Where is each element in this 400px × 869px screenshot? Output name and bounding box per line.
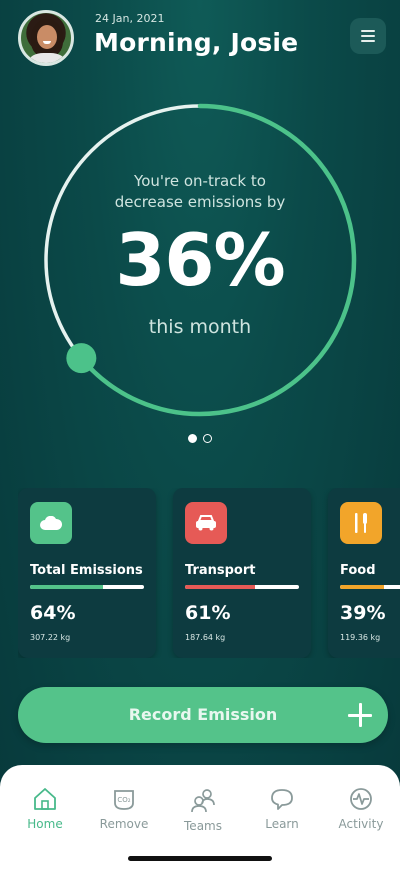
- card-progress-bar: [185, 585, 299, 589]
- card-title: Total Emissions: [30, 563, 143, 578]
- card-amount: 307.22 kg: [30, 633, 71, 642]
- progress-percent: 36%: [115, 218, 285, 302]
- tab-label: Learn: [265, 817, 299, 831]
- card-progress-bar: [340, 585, 400, 589]
- card-percent: 39%: [340, 602, 386, 624]
- date-label: 24 Jan, 2021: [95, 12, 165, 25]
- tab-home[interactable]: Home: [5, 787, 85, 847]
- card-progress-fill: [340, 585, 385, 589]
- bottom-tab-bar: Home CO₂ Remove Teams Learn Activity: [0, 765, 400, 869]
- card-amount: 187.64 kg: [185, 633, 226, 642]
- category-cards: Total Emissions 64% 307.22 kg Transport …: [18, 488, 400, 658]
- card-progress-bar: [30, 585, 144, 589]
- tab-label: Remove: [99, 817, 149, 831]
- progress-line-2: decrease emissions by: [114, 193, 286, 211]
- card-food[interactable]: Food 39% 119.36 kg: [328, 488, 400, 658]
- tab-label: Home: [27, 817, 63, 831]
- card-transport[interactable]: Transport 61% 187.64 kg: [173, 488, 311, 658]
- card-title: Food: [340, 563, 376, 578]
- tab-teams[interactable]: Teams: [163, 787, 243, 847]
- avatar-face: [37, 25, 57, 49]
- header: 24 Jan, 2021 Morning, Josie: [0, 0, 400, 80]
- pager-dot-1[interactable]: [188, 434, 197, 443]
- chat-bubble-icon: [271, 789, 293, 810]
- card-percent: 64%: [30, 602, 76, 624]
- card-total-emissions[interactable]: Total Emissions 64% 307.22 kg: [18, 488, 156, 658]
- pager-dot-2[interactable]: [203, 434, 212, 443]
- tab-label: Activity: [338, 817, 384, 831]
- card-title: Transport: [185, 563, 256, 578]
- activity-pulse-icon: [350, 788, 372, 810]
- tab-activity[interactable]: Activity: [321, 787, 400, 847]
- home-icon: [34, 788, 56, 810]
- card-amount: 119.36 kg: [340, 633, 381, 642]
- progress-line-1: You're on-track to: [134, 172, 266, 190]
- hamburger-menu-icon: [361, 30, 375, 42]
- record-emission-button[interactable]: Record Emission: [18, 687, 388, 743]
- pager-dots: [188, 434, 212, 443]
- teams-icon: [191, 789, 215, 813]
- tab-label: Teams: [184, 819, 222, 833]
- cloud-icon: [30, 502, 72, 544]
- card-progress-fill: [185, 585, 255, 589]
- avatar-shirt: [29, 53, 65, 63]
- svg-text:CO₂: CO₂: [117, 796, 130, 804]
- progress-period: this month: [148, 316, 252, 338]
- cutlery-icon: [340, 502, 382, 544]
- card-percent: 61%: [185, 602, 231, 624]
- plus-icon: [348, 703, 372, 727]
- emission-progress-ring: You're on-track to decrease emissions by…: [40, 100, 360, 420]
- record-emission-label: Record Emission: [128, 705, 278, 724]
- tab-learn[interactable]: Learn: [242, 787, 322, 847]
- home-indicator: [128, 856, 272, 861]
- car-icon: [185, 502, 227, 544]
- greeting-title: Morning, Josie: [94, 28, 299, 57]
- menu-button[interactable]: [350, 18, 386, 54]
- tab-remove[interactable]: CO₂ Remove: [84, 787, 164, 847]
- remove-co2-icon: CO₂: [114, 790, 134, 810]
- avatar[interactable]: [18, 10, 74, 66]
- card-progress-fill: [30, 585, 103, 589]
